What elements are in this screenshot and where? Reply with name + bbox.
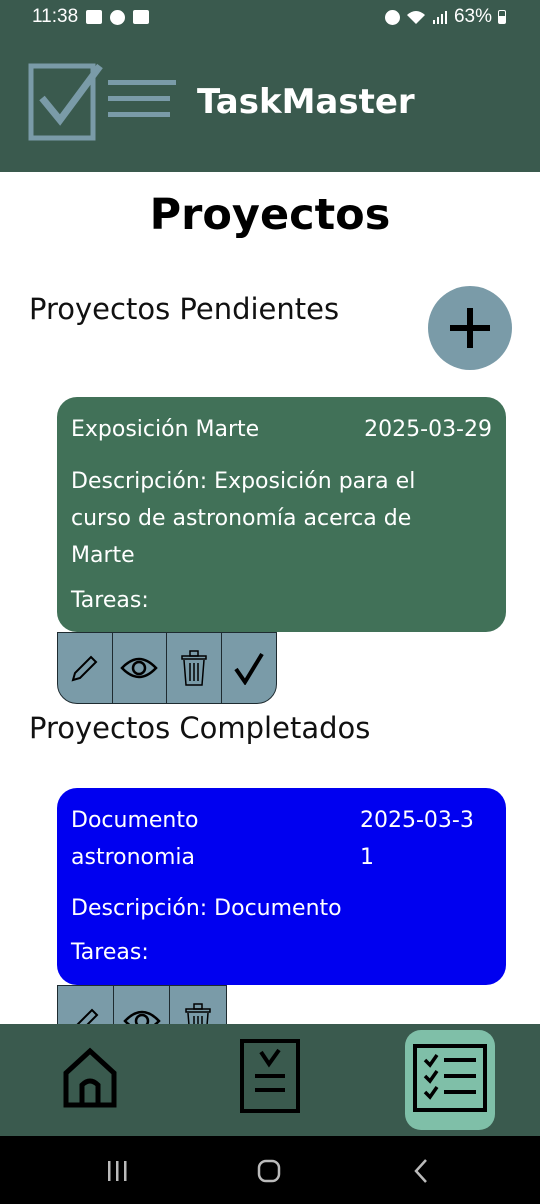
nav-tasks[interactable]	[236, 1036, 304, 1116]
app-header: TaskMaster	[0, 34, 540, 172]
project-name: Exposición Marte	[71, 417, 260, 442]
eye-icon	[120, 657, 158, 679]
checklist-icon	[413, 1044, 487, 1112]
outlook-icon	[133, 10, 150, 24]
nav-home[interactable]	[60, 1042, 120, 1112]
project-card[interactable]: Documento astronomia 2025-03-31 Descripc…	[57, 788, 506, 985]
checkmark-icon	[234, 652, 264, 685]
add-project-button[interactable]	[428, 286, 512, 370]
edit-project-button[interactable]	[58, 633, 113, 703]
plus-icon	[450, 308, 490, 348]
alarm-icon	[384, 9, 400, 25]
project-description: Descripción: Documento	[71, 896, 342, 921]
battery-icon	[498, 10, 506, 24]
checklist-logo-icon	[28, 63, 176, 141]
app-notification-icon	[110, 9, 126, 25]
status-bar: 11:38 63%	[0, 0, 540, 34]
page-title: Proyectos	[149, 190, 391, 240]
recent-apps-icon[interactable]	[106, 1160, 130, 1182]
signal-icon	[432, 11, 447, 24]
project-date: 2025-03-31	[360, 808, 474, 870]
battery-percent: 63%	[453, 6, 492, 27]
nav-projects[interactable]	[410, 1038, 490, 1118]
completed-section-title: Proyectos Completados	[29, 711, 371, 745]
home-button-icon[interactable]	[257, 1159, 281, 1183]
wifi-icon	[406, 11, 425, 24]
app-title: TaskMaster	[197, 82, 415, 122]
project-tasks-label: Tareas:	[71, 940, 149, 965]
project-description: Descripción: Exposición para el curso de…	[71, 469, 416, 568]
trash-icon	[181, 650, 207, 686]
bottom-navigation	[0, 1024, 540, 1136]
complete-project-button[interactable]	[222, 633, 276, 703]
home-icon	[63, 1047, 117, 1108]
project-name: Documento astronomia	[71, 808, 199, 870]
project-card[interactable]: Exposición Marte 2025-03-29 Descripción:…	[57, 397, 506, 632]
project-actions	[57, 632, 277, 704]
pencil-icon	[71, 655, 98, 682]
clipboard-check-icon	[240, 1039, 300, 1113]
status-time: 11:38	[32, 6, 79, 27]
view-project-button[interactable]	[113, 633, 167, 703]
pending-section-title: Proyectos Pendientes	[29, 292, 340, 326]
back-icon[interactable]	[412, 1158, 430, 1184]
project-date: 2025-03-29	[364, 417, 492, 442]
system-navigation-bar	[0, 1136, 540, 1204]
gallery-icon	[86, 10, 103, 24]
project-tasks-label: Tareas:	[71, 588, 149, 613]
delete-project-button[interactable]	[167, 633, 222, 703]
